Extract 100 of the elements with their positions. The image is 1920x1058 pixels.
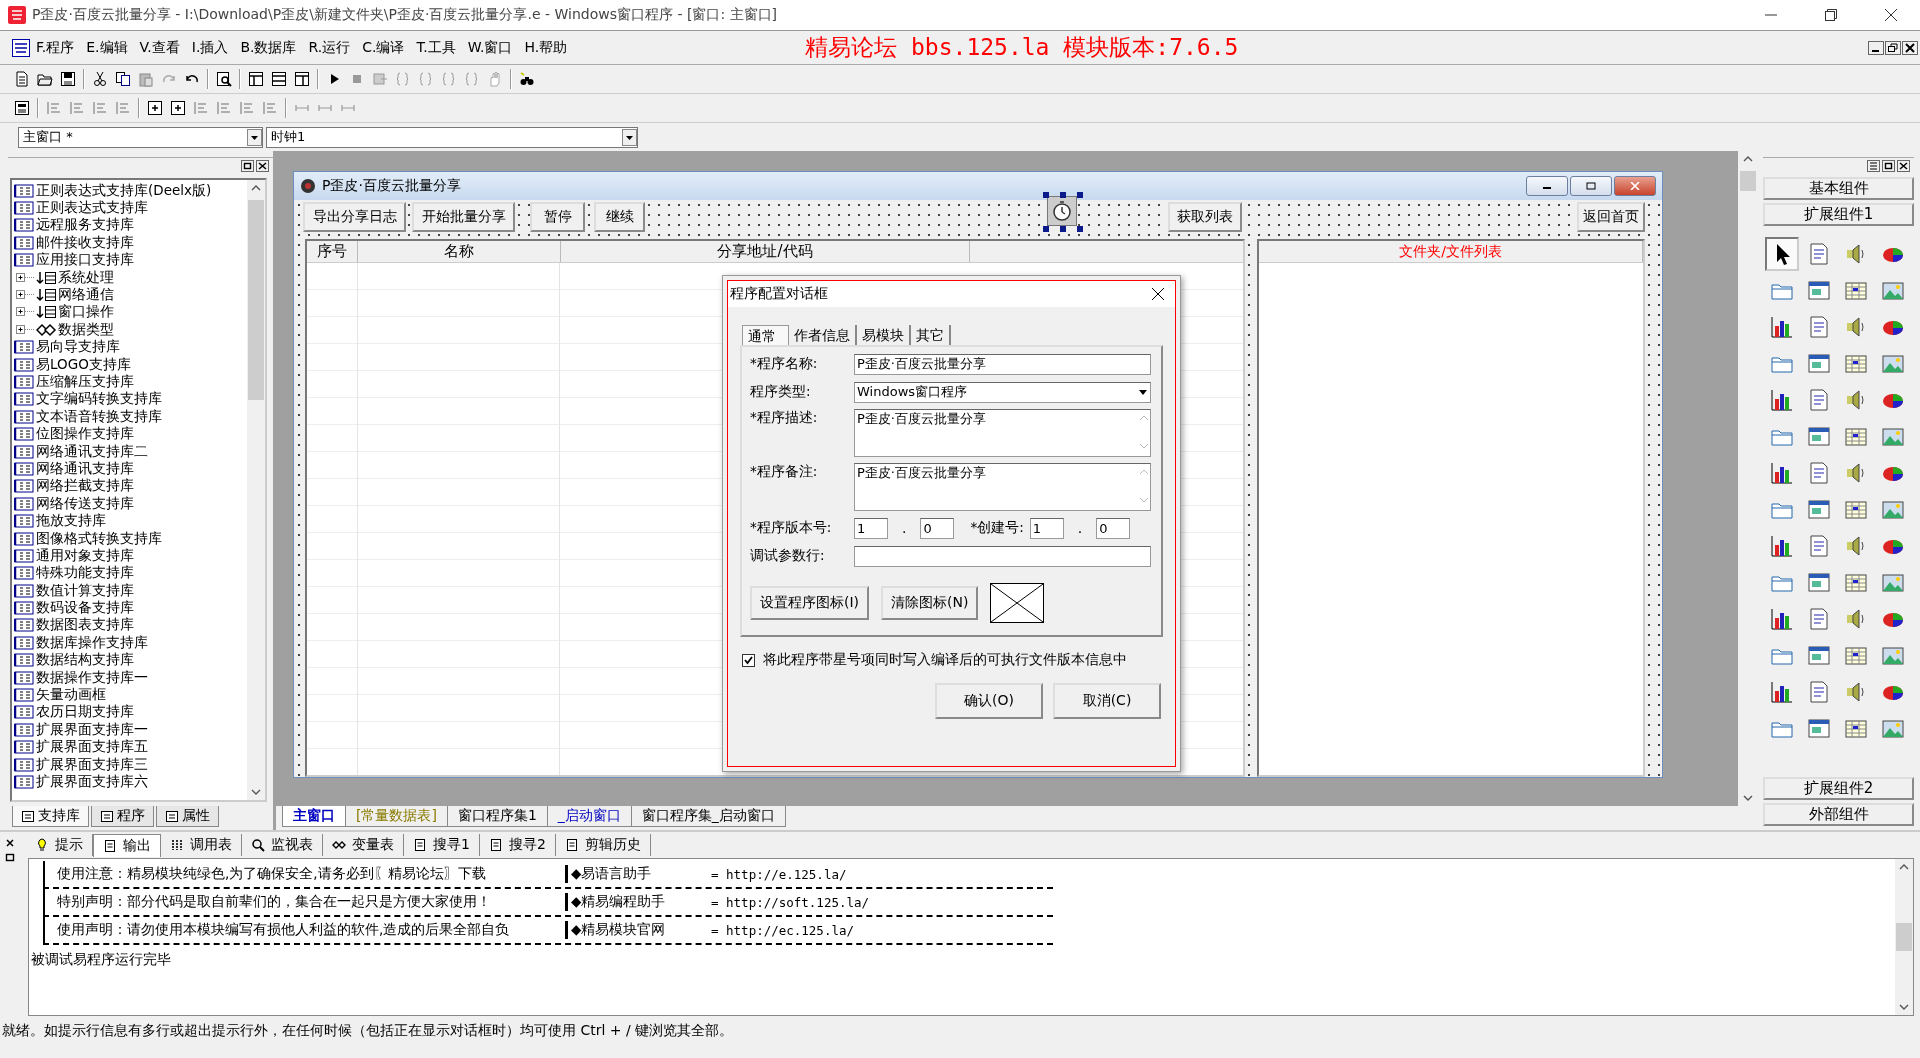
dialog-tab[interactable]: 其它 bbox=[911, 325, 951, 345]
tree-item[interactable]: 正则表达式支持库(Deelx版) bbox=[14, 182, 247, 200]
description-field[interactable]: P歪皮·百度云批量分享 bbox=[854, 409, 1151, 457]
form-button[interactable]: 获取列表 bbox=[1168, 202, 1242, 232]
icon-button[interactable]: 清除图标(N) bbox=[881, 586, 979, 620]
tree-item[interactable]: 压缩解压支持库 bbox=[14, 373, 247, 391]
expand-icon[interactable] bbox=[14, 270, 36, 285]
center-icon[interactable] bbox=[170, 100, 186, 116]
tree-item[interactable]: 通用对象支持库 bbox=[14, 547, 247, 565]
cut-icon[interactable] bbox=[92, 71, 108, 87]
debug-args-field[interactable] bbox=[854, 545, 1151, 567]
menu-item[interactable]: F.程序 bbox=[30, 35, 81, 60]
column-header[interactable]: 分享地址/代码 bbox=[561, 241, 970, 262]
close-icon[interactable] bbox=[256, 160, 269, 172]
pointer-icon[interactable] bbox=[1764, 237, 1799, 271]
menu-item[interactable]: V.查看 bbox=[133, 35, 186, 60]
tree-item[interactable]: 易向导支持库 bbox=[14, 338, 247, 356]
tree-item[interactable]: 网络传送支持库 bbox=[14, 495, 247, 513]
panel-tab[interactable]: 程序 bbox=[91, 806, 154, 827]
tree-item[interactable]: 扩展界面支持库五 bbox=[14, 738, 247, 756]
close-icon[interactable] bbox=[5, 838, 15, 848]
tree-item[interactable]: 拖放支持库 bbox=[14, 512, 247, 530]
tree-item[interactable]: 数据库操作支持库 bbox=[14, 634, 247, 652]
open-folder-icon[interactable] bbox=[37, 71, 53, 87]
tree-item[interactable]: 扩展界面支持库六 bbox=[14, 773, 247, 791]
tree-item[interactable]: 网络通讯支持库二 bbox=[14, 442, 247, 461]
output-tab[interactable]: 搜寻1 bbox=[404, 834, 480, 856]
tree-item[interactable]: 易LOGO支持库 bbox=[14, 355, 247, 374]
scroll-thumb[interactable] bbox=[1896, 923, 1912, 951]
tree-item[interactable]: 特殊功能支持库 bbox=[14, 564, 247, 582]
tree-item[interactable]: 邮件接收支持库 bbox=[14, 234, 247, 252]
restore-icon[interactable] bbox=[1882, 160, 1895, 172]
dialog-button[interactable]: 取消(C) bbox=[1053, 683, 1161, 719]
type-dropdown[interactable]: Windows窗口程序 bbox=[854, 381, 1151, 403]
output-tab[interactable]: 变量表 bbox=[323, 834, 404, 856]
timer-control[interactable] bbox=[1043, 192, 1083, 232]
close-icon[interactable] bbox=[1897, 160, 1910, 172]
copy-icon[interactable] bbox=[115, 71, 131, 87]
tree-item[interactable]: 数据操作支持库一 bbox=[14, 668, 247, 687]
tree-item[interactable]: 文字编码转换支持库 bbox=[14, 390, 247, 409]
editor-tab[interactable]: _启动窗口 bbox=[546, 806, 632, 827]
tree-item[interactable]: 数码设备支持库 bbox=[14, 599, 247, 617]
selector-dropdown[interactable]: 主窗口 * bbox=[18, 126, 263, 148]
restore-icon[interactable] bbox=[5, 852, 15, 862]
tree-item[interactable]: 应用接口支持库 bbox=[14, 251, 247, 269]
tree-item[interactable]: 数据图表支持库 bbox=[14, 616, 247, 635]
paste-icon[interactable] bbox=[138, 71, 154, 87]
tree-item[interactable]: 网络通讯支持库 bbox=[14, 460, 247, 478]
restore-icon[interactable] bbox=[1824, 8, 1838, 22]
palette-group-button[interactable]: 基本组件 bbox=[1763, 177, 1914, 200]
maximize-button[interactable] bbox=[1570, 176, 1612, 196]
tree-item[interactable]: 数据结构支持库 bbox=[14, 651, 247, 669]
scrollbar[interactable] bbox=[1895, 859, 1913, 1015]
layout-icon[interactable] bbox=[271, 71, 287, 87]
center-icon[interactable] bbox=[147, 100, 163, 116]
version-field[interactable]: 0 bbox=[920, 517, 955, 539]
tree-item[interactable]: 农历日期支持库 bbox=[14, 703, 247, 722]
version-field[interactable]: 1 bbox=[854, 517, 888, 539]
tree-item[interactable]: 窗口操作 bbox=[58, 303, 114, 322]
scroll-thumb[interactable] bbox=[248, 200, 264, 400]
tree-item[interactable]: 数值计算支持库 bbox=[14, 582, 247, 600]
binoculars-icon[interactable] bbox=[519, 71, 535, 87]
minimize-icon[interactable] bbox=[1868, 40, 1884, 55]
step-icon[interactable] bbox=[372, 71, 388, 87]
palette-group-button[interactable]: 扩展组件2 bbox=[1763, 777, 1914, 800]
menu-item[interactable]: W.窗口 bbox=[461, 35, 519, 60]
close-icon[interactable] bbox=[1902, 40, 1918, 55]
dialog-tab[interactable]: 通常 bbox=[742, 325, 789, 346]
menu-item[interactable]: C.编译 bbox=[356, 35, 411, 60]
menu-item[interactable]: H.帮助 bbox=[518, 35, 574, 60]
column-header[interactable]: 名称 bbox=[358, 241, 561, 262]
tree-item[interactable]: 扩展界面支持库三 bbox=[14, 755, 247, 774]
minimize-button[interactable] bbox=[1526, 176, 1568, 196]
tree-item[interactable]: 扩展界面支持库一 bbox=[14, 721, 247, 739]
build-field[interactable]: 1 bbox=[1029, 517, 1064, 539]
form-icon[interactable] bbox=[14, 100, 30, 116]
note-field[interactable]: P歪皮·百度云批量分享 bbox=[854, 463, 1151, 511]
close-button[interactable] bbox=[1614, 176, 1656, 196]
checkbox[interactable] bbox=[742, 653, 755, 667]
output-tab[interactable]: 调用表 bbox=[161, 834, 242, 856]
form-button[interactable]: 返回首页 bbox=[1577, 202, 1645, 232]
palette-group-button[interactable]: 扩展组件1 bbox=[1763, 203, 1914, 226]
palette-group-button[interactable]: 外部组件 bbox=[1763, 803, 1914, 826]
tree-item[interactable]: 正则表达式支持库 bbox=[14, 199, 247, 217]
output-tab[interactable]: 监视表 bbox=[242, 834, 323, 856]
restore-icon[interactable] bbox=[241, 160, 254, 172]
editor-tab[interactable]: 主窗口 bbox=[282, 806, 346, 827]
tree-item[interactable]: 矢量动画框 bbox=[14, 686, 247, 704]
tree-item[interactable]: 文本语音转换支持库 bbox=[14, 408, 247, 426]
menu-item[interactable]: R.运行 bbox=[302, 35, 357, 60]
form-button[interactable]: 暂停 bbox=[530, 202, 585, 232]
panel-tab[interactable]: 属性 bbox=[156, 806, 219, 827]
restore-icon[interactable] bbox=[1885, 40, 1901, 55]
close-icon[interactable] bbox=[1884, 8, 1898, 22]
name-field[interactable]: P歪皮·百度云批量分享 bbox=[854, 353, 1151, 375]
column-header[interactable]: 文件夹/文件列表 bbox=[1259, 241, 1643, 262]
menu-item[interactable]: B.数据库 bbox=[234, 35, 303, 60]
menu-icon[interactable] bbox=[1867, 160, 1880, 172]
tree-item[interactable]: 系统处理 bbox=[58, 268, 114, 287]
output-tab[interactable]: 剪辑历史 bbox=[555, 834, 651, 856]
